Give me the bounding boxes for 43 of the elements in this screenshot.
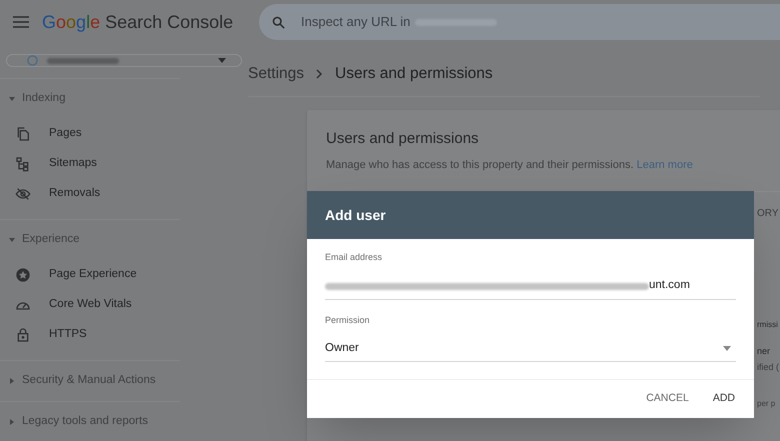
page-title: Users and permissions (335, 64, 493, 84)
chevron-right-icon (316, 69, 324, 79)
lock-icon (15, 327, 31, 343)
sidebar-item[interactable]: Page Experience (0, 260, 180, 290)
email-field[interactable]: unt.com (325, 274, 736, 300)
table-cell-text: ner (757, 345, 772, 358)
section-header[interactable]: Security & Manual Actions (0, 361, 180, 401)
eye-slash-icon (15, 186, 31, 202)
product-name: Search Console (105, 10, 234, 34)
field-label: Email address (325, 251, 384, 264)
sidebar-item[interactable]: HTTPS (0, 320, 180, 350)
search-icon (271, 14, 286, 30)
search-field[interactable]: Inspect any URL in (259, 4, 780, 40)
menu-icon[interactable] (13, 16, 29, 28)
permission-select[interactable]: Owner (325, 336, 736, 362)
logo: Google (42, 10, 100, 34)
breadcrumb-link[interactable]: Settings (248, 62, 304, 86)
column-header: rmissi (757, 319, 779, 331)
card-description: Manage who has access to this property and their permissions. Learn more (326, 158, 694, 172)
cancel-button[interactable]: CANCEL (646, 391, 689, 407)
toolbar-button[interactable]: ORY (757, 206, 780, 221)
badge-icon (15, 267, 31, 283)
field-label: Permission (325, 314, 371, 326)
section-header[interactable]: Experience (0, 220, 180, 260)
add-button[interactable]: ADD (712, 391, 735, 407)
sitemap-icon (15, 156, 31, 172)
property-selector[interactable] (6, 54, 242, 67)
dialog-title: Add user (325, 206, 386, 224)
dropdown-caret-icon (218, 58, 226, 63)
sidebar-item[interactable]: Core Web Vitals (0, 290, 180, 320)
pages-icon (15, 126, 31, 142)
section-header[interactable]: Indexing (0, 79, 180, 119)
sidebar-item[interactable]: Sitemaps (0, 149, 180, 179)
redacted-text (47, 58, 119, 64)
table-footer-text: per p (757, 398, 776, 410)
card-title: Users and permissions (326, 129, 480, 149)
globe-icon (27, 55, 38, 66)
dropdown-caret-icon (723, 346, 731, 351)
table-cell: ified ( (757, 360, 780, 374)
search-placeholder: Inspect any URL in (301, 13, 410, 32)
sidebar-item[interactable]: Pages (0, 119, 180, 149)
sidebar-item[interactable]: Removals (0, 179, 180, 209)
section-header[interactable]: Legacy tools and reports (0, 402, 180, 441)
